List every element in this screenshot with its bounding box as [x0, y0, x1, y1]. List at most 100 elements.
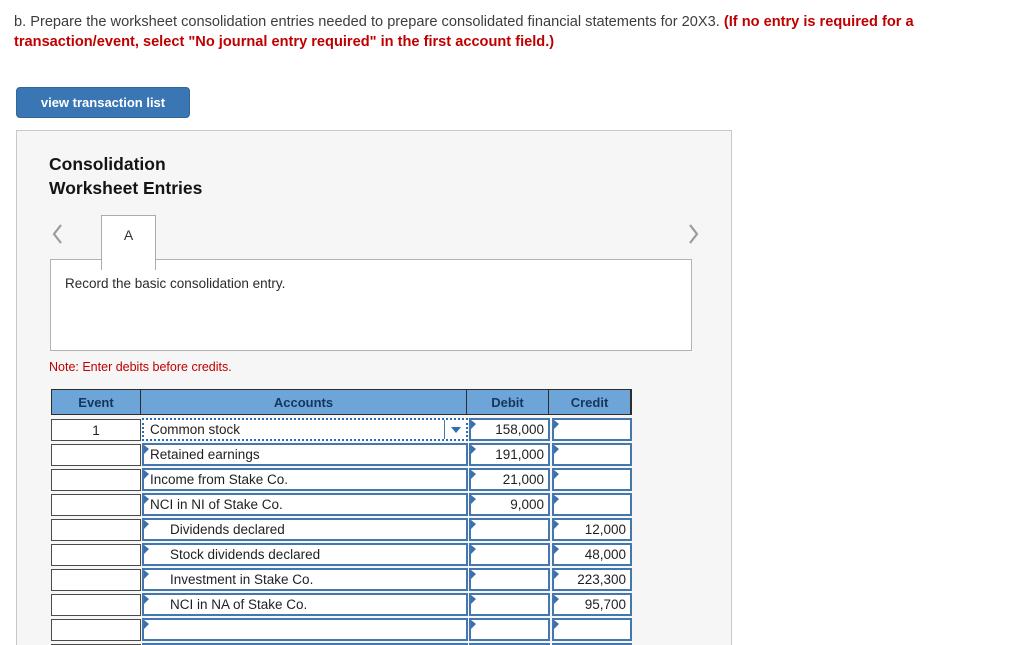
- account-dropdown-button[interactable]: [444, 420, 466, 439]
- debit-input[interactable]: [469, 618, 550, 641]
- cell-marker-icon: [471, 495, 476, 504]
- account-select[interactable]: Stock dividends declared: [142, 543, 468, 566]
- prev-tab-button[interactable]: [50, 221, 66, 247]
- debit-input[interactable]: [469, 593, 550, 616]
- account-select[interactable]: Investment in Stake Co.: [142, 568, 468, 591]
- cell-marker-icon: [471, 595, 476, 604]
- debit-input[interactable]: [469, 518, 550, 541]
- account-value: Common stock: [150, 422, 241, 437]
- cell-marker-icon: [144, 520, 149, 529]
- requirement-text: Record the basic consolidation entry.: [65, 276, 286, 291]
- event-cell: [51, 494, 141, 516]
- credit-input[interactable]: [552, 618, 632, 641]
- event-cell: [51, 444, 141, 466]
- cell-marker-icon: [471, 445, 476, 454]
- account-select[interactable]: Common stock: [142, 418, 468, 441]
- cell-marker-icon: [554, 420, 559, 429]
- panel-title-line1: Consolidation: [49, 154, 166, 174]
- cell-marker-icon: [554, 520, 559, 529]
- credit-value: 48,000: [584, 547, 626, 562]
- table-row: NCI in NI of Stake Co. 9,000: [51, 493, 632, 518]
- instruction-normal: b. Prepare the worksheet consolidation e…: [14, 14, 724, 30]
- table-row: 1 Common stock 158,000: [51, 418, 632, 443]
- event-cell: [51, 519, 141, 541]
- debit-input[interactable]: [469, 543, 550, 566]
- chevron-left-icon: [52, 224, 62, 244]
- credit-value: 223,300: [577, 572, 626, 587]
- table-row: Retained earnings 191,000: [51, 443, 632, 468]
- panel-title-line2: Worksheet Entries: [49, 178, 203, 198]
- cell-marker-icon: [144, 470, 149, 479]
- table-row: Investment in Stake Co. 223,300: [51, 568, 632, 593]
- account-select[interactable]: Retained earnings: [142, 443, 468, 466]
- credit-input[interactable]: 223,300: [552, 568, 632, 591]
- account-value: NCI in NI of Stake Co.: [150, 497, 283, 512]
- table-row: Stock dividends declared 48,000: [51, 543, 632, 568]
- account-select[interactable]: [142, 618, 468, 641]
- column-header-credit: Credit: [549, 390, 630, 414]
- debit-value: 21,000: [502, 472, 544, 487]
- panel-title: Consolidation Worksheet Entries: [49, 152, 202, 200]
- debit-input[interactable]: 158,000: [469, 418, 550, 441]
- cell-marker-icon: [144, 620, 149, 629]
- table-row: Income from Stake Co. 21,000: [51, 468, 632, 493]
- credit-input[interactable]: [552, 443, 632, 466]
- table-header-row: Event Accounts Debit Credit: [51, 389, 632, 415]
- cell-marker-icon: [471, 520, 476, 529]
- page: b. Prepare the worksheet consolidation e…: [0, 0, 1024, 645]
- credit-input[interactable]: 12,000: [552, 518, 632, 541]
- debit-input[interactable]: 21,000: [469, 468, 550, 491]
- cell-marker-icon: [144, 445, 149, 454]
- column-header-event: Event: [52, 390, 141, 414]
- event-cell: [51, 594, 141, 616]
- cell-marker-icon: [471, 470, 476, 479]
- credit-input[interactable]: 48,000: [552, 543, 632, 566]
- cell-marker-icon: [144, 570, 149, 579]
- cell-marker-icon: [554, 445, 559, 454]
- debit-input[interactable]: [469, 568, 550, 591]
- credit-value: 12,000: [584, 522, 626, 537]
- cell-marker-icon: [471, 620, 476, 629]
- cell-marker-icon: [471, 420, 476, 429]
- cell-marker-icon: [144, 595, 149, 604]
- event-cell: [51, 569, 141, 591]
- chevron-right-icon: [689, 224, 699, 244]
- account-select[interactable]: Dividends declared: [142, 518, 468, 541]
- instruction-text: b. Prepare the worksheet consolidation e…: [14, 13, 1020, 52]
- tab-a[interactable]: A: [101, 215, 156, 270]
- table-row: Dividends declared 12,000: [51, 518, 632, 543]
- debit-value: 9,000: [510, 497, 544, 512]
- column-header-accounts: Accounts: [141, 390, 467, 414]
- cell-marker-icon: [144, 545, 149, 554]
- credit-input[interactable]: [552, 418, 632, 441]
- cell-marker-icon: [144, 495, 149, 504]
- account-value: Stock dividends declared: [170, 547, 321, 562]
- event-cell: [51, 469, 141, 491]
- view-transaction-list-button[interactable]: view transaction list: [16, 87, 190, 118]
- credit-input[interactable]: [552, 493, 632, 516]
- consolidation-worksheet-panel: Consolidation Worksheet Entries A Record…: [16, 130, 732, 645]
- cell-marker-icon: [471, 545, 476, 554]
- next-tab-button[interactable]: [685, 221, 701, 247]
- account-select[interactable]: NCI in NA of Stake Co.: [142, 593, 468, 616]
- table-row: [51, 618, 632, 643]
- cell-marker-icon: [554, 545, 559, 554]
- cell-marker-icon: [554, 495, 559, 504]
- account-select[interactable]: NCI in NI of Stake Co.: [142, 493, 468, 516]
- event-cell: 1: [51, 419, 141, 441]
- event-cell: [51, 619, 141, 641]
- debit-input[interactable]: 9,000: [469, 493, 550, 516]
- cell-marker-icon: [554, 470, 559, 479]
- debit-input[interactable]: 191,000: [469, 443, 550, 466]
- account-value: Retained earnings: [150, 447, 260, 462]
- account-value: Dividends declared: [170, 522, 285, 537]
- caret-down-icon: [450, 426, 461, 433]
- table-row: NCI in NA of Stake Co. 95,700: [51, 593, 632, 618]
- account-select[interactable]: Income from Stake Co.: [142, 468, 468, 491]
- cell-marker-icon: [554, 595, 559, 604]
- account-value: Income from Stake Co.: [150, 472, 289, 487]
- cell-marker-icon: [471, 570, 476, 579]
- cell-marker-icon: [554, 620, 559, 629]
- credit-input[interactable]: [552, 468, 632, 491]
- credit-input[interactable]: 95,700: [552, 593, 632, 616]
